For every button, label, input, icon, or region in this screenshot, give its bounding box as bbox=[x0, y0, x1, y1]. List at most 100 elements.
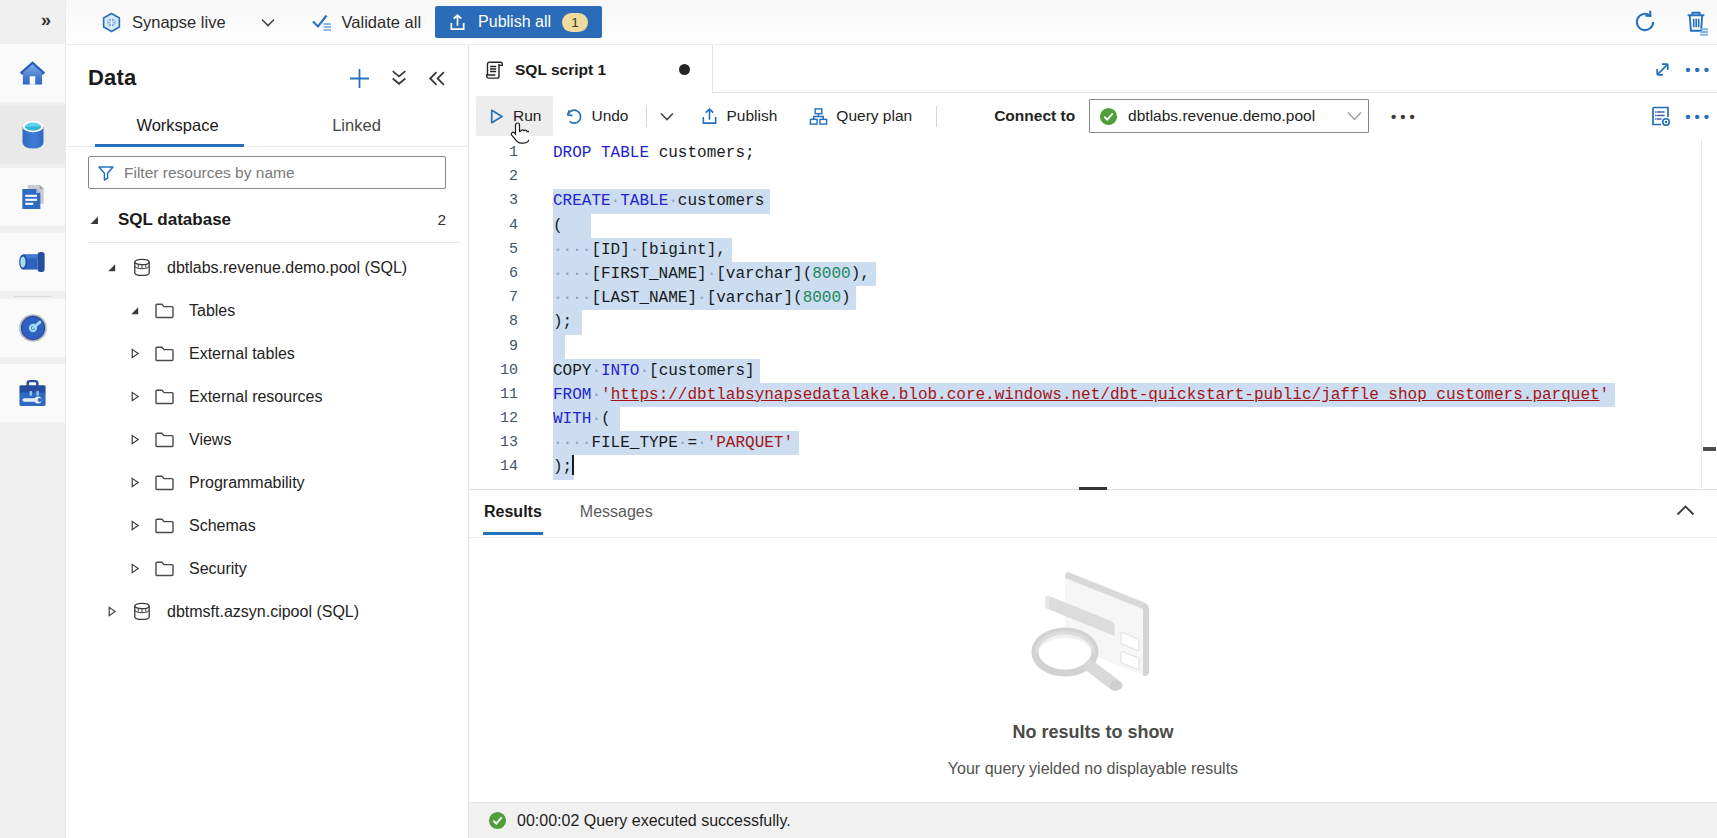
sidebar-tab-linked[interactable]: Linked bbox=[267, 108, 446, 146]
undo-button[interactable]: Undo bbox=[553, 96, 640, 136]
twisty-collapsed-icon[interactable] bbox=[127, 520, 141, 531]
nav-develop-button[interactable] bbox=[0, 168, 65, 226]
nav-monitor-button[interactable] bbox=[0, 299, 65, 357]
pool-icon bbox=[131, 601, 153, 622]
publish-all-label: Publish all bbox=[478, 13, 551, 31]
code-text: ); bbox=[553, 455, 574, 479]
data-explorer-panel: Data WorkspaceLinked SQL database 2 dbtl… bbox=[66, 45, 468, 838]
results-tabs: Results Messages bbox=[469, 490, 1717, 538]
tree-item-tables[interactable]: Tables bbox=[66, 289, 468, 332]
tab-more-actions-icon[interactable]: ••• bbox=[1683, 61, 1715, 78]
collapse-all-icon[interactable] bbox=[390, 69, 408, 88]
query-plan-button[interactable]: Query plan bbox=[797, 96, 924, 136]
results-tab-messages[interactable]: Messages bbox=[579, 493, 654, 534]
filter-input[interactable] bbox=[124, 164, 437, 182]
tree-item-external-tables[interactable]: External tables bbox=[66, 332, 468, 375]
data-icon bbox=[17, 118, 49, 152]
code-line-8: 8); bbox=[469, 310, 1701, 334]
chevron-down-icon bbox=[261, 18, 275, 27]
twisty-collapsed-icon[interactable] bbox=[127, 391, 141, 402]
run-label: Run bbox=[513, 107, 541, 125]
publish-button[interactable]: Publish bbox=[688, 96, 790, 136]
document-tabstrip: SQL script 1 ••• bbox=[469, 45, 1717, 93]
validate-all-button[interactable]: Validate all bbox=[311, 13, 422, 32]
pool-status-icon bbox=[1099, 107, 1118, 126]
twisty-expanded-icon[interactable] bbox=[104, 262, 118, 273]
tab-sql-script-1[interactable]: SQL script 1 bbox=[469, 45, 713, 94]
tree-item-dbtlabs-revenue-demo-pool-sql[interactable]: dbtlabs.revenue.demo.pool (SQL) bbox=[66, 246, 468, 289]
code-text bbox=[553, 335, 565, 359]
tree-item-external-resources[interactable]: External resources bbox=[66, 375, 468, 418]
twisty-collapsed-icon[interactable] bbox=[104, 606, 118, 617]
code-line-11: 11FROM·'https://dbtlabsynapsedatalake.bl… bbox=[469, 383, 1701, 407]
twisty-collapsed-icon[interactable] bbox=[127, 348, 141, 359]
run-button[interactable]: Run bbox=[476, 96, 553, 136]
monitor-icon bbox=[17, 312, 49, 344]
properties-icon[interactable] bbox=[1649, 104, 1673, 128]
tree-item-schemas[interactable]: Schemas bbox=[66, 504, 468, 547]
sql-code-editor[interactable]: 1DROP TABLE customers;23CREATE·TABLE·cus… bbox=[469, 139, 1717, 489]
code-text: FROM·'https://dbtlabsynapsedatalake.blob… bbox=[553, 383, 1615, 407]
tree-item-security[interactable]: Security bbox=[66, 547, 468, 590]
mode-picker-dropdown[interactable]: Synapse live bbox=[100, 11, 275, 34]
add-resource-icon[interactable] bbox=[348, 67, 371, 90]
editor-more-icon[interactable]: ••• bbox=[1683, 108, 1715, 125]
sql-database-section[interactable]: SQL database 2 bbox=[66, 198, 468, 242]
tree-item-label: Programmability bbox=[189, 474, 305, 492]
publish-all-button[interactable]: Publish all 1 bbox=[435, 6, 602, 38]
folder-icon bbox=[154, 474, 175, 492]
expand-rail-button[interactable]: » bbox=[30, 6, 60, 34]
twisty-collapsed-icon[interactable] bbox=[127, 434, 141, 445]
twisty-expanded-icon[interactable] bbox=[88, 214, 118, 226]
sidebar-tab-workspace[interactable]: Workspace bbox=[88, 108, 267, 146]
code-text: ····[FIRST_NAME]·[varchar](8000), bbox=[553, 262, 876, 286]
results-tab-results[interactable]: Results bbox=[483, 493, 543, 534]
collapse-results-icon[interactable] bbox=[1676, 504, 1695, 516]
publish-count-badge: 1 bbox=[562, 13, 588, 32]
line-number: 5 bbox=[469, 238, 518, 262]
code-text: ····[LAST_NAME]·[varchar](8000) bbox=[553, 286, 856, 310]
home-icon bbox=[16, 57, 49, 90]
tree-item-programmability[interactable]: Programmability bbox=[66, 461, 468, 504]
discard-all-icon[interactable] bbox=[1683, 9, 1710, 36]
nav-home-button[interactable] bbox=[0, 44, 65, 102]
section-count: 2 bbox=[437, 211, 446, 229]
line-number: 14 bbox=[469, 455, 518, 479]
tree-item-label: External tables bbox=[189, 345, 295, 363]
line-number: 2 bbox=[469, 165, 518, 189]
folder-icon bbox=[154, 302, 175, 320]
no-results-illustration bbox=[993, 554, 1193, 704]
tree-item-views[interactable]: Views bbox=[66, 418, 468, 461]
nav-manage-button[interactable] bbox=[0, 364, 65, 422]
code-line-3: 3CREATE·TABLE·customers bbox=[469, 189, 1701, 213]
code-text: ····[ID]·[bigint], bbox=[553, 238, 732, 262]
line-number: 9 bbox=[469, 335, 518, 359]
toolbar-divider-2 bbox=[936, 106, 937, 127]
tree-item-label: Tables bbox=[189, 302, 235, 320]
left-nav-rail: » bbox=[0, 0, 66, 838]
nav-integrate-button[interactable] bbox=[0, 233, 65, 291]
collapse-panel-icon[interactable] bbox=[427, 70, 446, 87]
toolbar-more-icon[interactable]: ••• bbox=[1389, 108, 1421, 125]
connect-to-label: Connect to bbox=[994, 107, 1075, 125]
nav-data-button[interactable] bbox=[0, 106, 65, 164]
line-number: 8 bbox=[469, 310, 518, 334]
twisty-collapsed-icon[interactable] bbox=[127, 563, 141, 574]
overview-ruler bbox=[1701, 139, 1702, 489]
code-lines: 1DROP TABLE customers;23CREATE·TABLE·cus… bbox=[469, 141, 1701, 480]
twisty-collapsed-icon[interactable] bbox=[127, 477, 141, 488]
code-line-4: 4( bbox=[469, 214, 1701, 238]
expand-editor-icon[interactable] bbox=[1654, 61, 1671, 78]
refresh-icon[interactable] bbox=[1632, 9, 1658, 35]
publish-icon bbox=[448, 13, 467, 32]
code-text: ( bbox=[553, 214, 591, 238]
empty-results-subtitle: Your query yielded no displayable result… bbox=[948, 760, 1238, 778]
run-options-chevron[interactable] bbox=[652, 96, 682, 136]
tree-item-dbtmsft-azsyn-cipool-sql[interactable]: dbtmsft.azsyn.cipool (SQL) bbox=[66, 590, 468, 633]
connect-to-dropdown[interactable]: dbtlabs.revenue.demo.pool bbox=[1089, 99, 1369, 133]
code-line-12: 12WITH·( bbox=[469, 407, 1701, 431]
twisty-expanded-icon[interactable] bbox=[127, 305, 141, 316]
code-text: COPY·INTO·[customers] bbox=[553, 359, 760, 383]
line-number: 10 bbox=[469, 359, 518, 383]
code-text: WITH·( bbox=[553, 407, 620, 431]
